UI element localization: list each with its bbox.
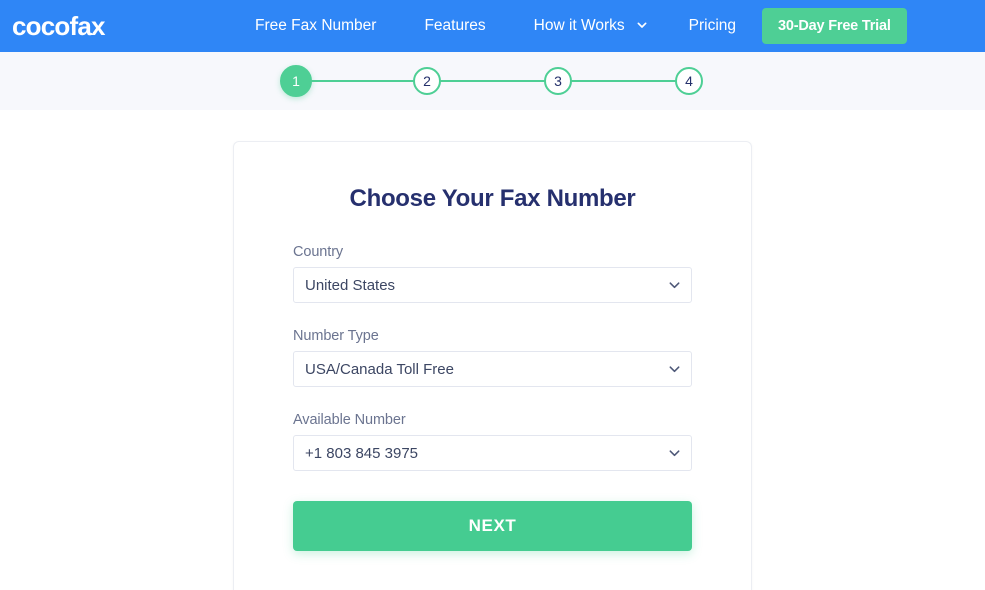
fax-number-form: Country United States Number Type USA/Ca…	[293, 213, 692, 551]
free-trial-button[interactable]: 30-Day Free Trial	[762, 8, 907, 44]
next-button[interactable]: NEXT	[293, 501, 692, 551]
nav-label-features: Features	[424, 17, 486, 34]
number-type-select-value: USA/Canada Toll Free	[305, 360, 454, 378]
cocofax-logo[interactable]: cocofax	[12, 13, 105, 39]
country-select[interactable]: United States	[293, 267, 692, 303]
stepper-step-3[interactable]: 3	[544, 67, 572, 95]
label-number-type: Number Type	[293, 328, 379, 344]
fax-number-card: Choose Your Fax Number Country United St…	[233, 141, 752, 590]
stepper-step-2-number: 2	[423, 73, 431, 89]
nav-label-pricing: Pricing	[688, 17, 737, 34]
nav-item-free-fax-number[interactable]: Free Fax Number	[255, 17, 376, 35]
progress-stepper-band: 1 2 3 4	[0, 52, 985, 110]
main-navigation: Free Fax Number Features How it Works Pr…	[255, 0, 907, 52]
page-title: Choose Your Fax Number	[349, 185, 636, 212]
stepper-step-1-number: 1	[292, 73, 300, 89]
stepper-step-4[interactable]: 4	[675, 67, 703, 95]
nav-label-how-it-works: How it Works	[533, 17, 625, 34]
number-type-select-wrapper: USA/Canada Toll Free	[293, 351, 692, 387]
site-header: cocofax Free Fax Number Features How it …	[0, 0, 985, 52]
nav-label-free-fax-number: Free Fax Number	[255, 17, 377, 34]
page-body: Choose Your Fax Number Country United St…	[0, 110, 985, 590]
field-number-type: Number Type USA/Canada Toll Free	[293, 328, 692, 387]
progress-stepper: 1 2 3 4	[280, 52, 706, 110]
stepper-step-3-number: 3	[554, 73, 562, 89]
country-select-value: United States	[305, 276, 396, 294]
chevron-down-icon	[637, 20, 647, 30]
available-number-select-wrapper: +1 803 845 3975	[293, 435, 692, 471]
available-number-select-value: +1 803 845 3975	[305, 444, 419, 462]
nav-item-features[interactable]: Features	[424, 17, 485, 35]
stepper-connector-line	[296, 80, 690, 82]
label-country: Country	[293, 244, 344, 260]
stepper-step-4-number: 4	[685, 73, 693, 89]
stepper-step-2[interactable]: 2	[413, 67, 441, 95]
nav-item-how-it-works[interactable]: How it Works	[534, 17, 647, 35]
field-available-number: Available Number +1 803 845 3975	[293, 412, 692, 471]
available-number-select[interactable]: +1 803 845 3975	[293, 435, 692, 471]
label-available-number: Available Number	[293, 412, 406, 428]
field-country: Country United States	[293, 244, 692, 303]
number-type-select[interactable]: USA/Canada Toll Free	[293, 351, 692, 387]
nav-item-pricing[interactable]: Pricing	[689, 17, 736, 35]
stepper-step-1[interactable]: 1	[280, 65, 312, 97]
country-select-wrapper: United States	[293, 267, 692, 303]
